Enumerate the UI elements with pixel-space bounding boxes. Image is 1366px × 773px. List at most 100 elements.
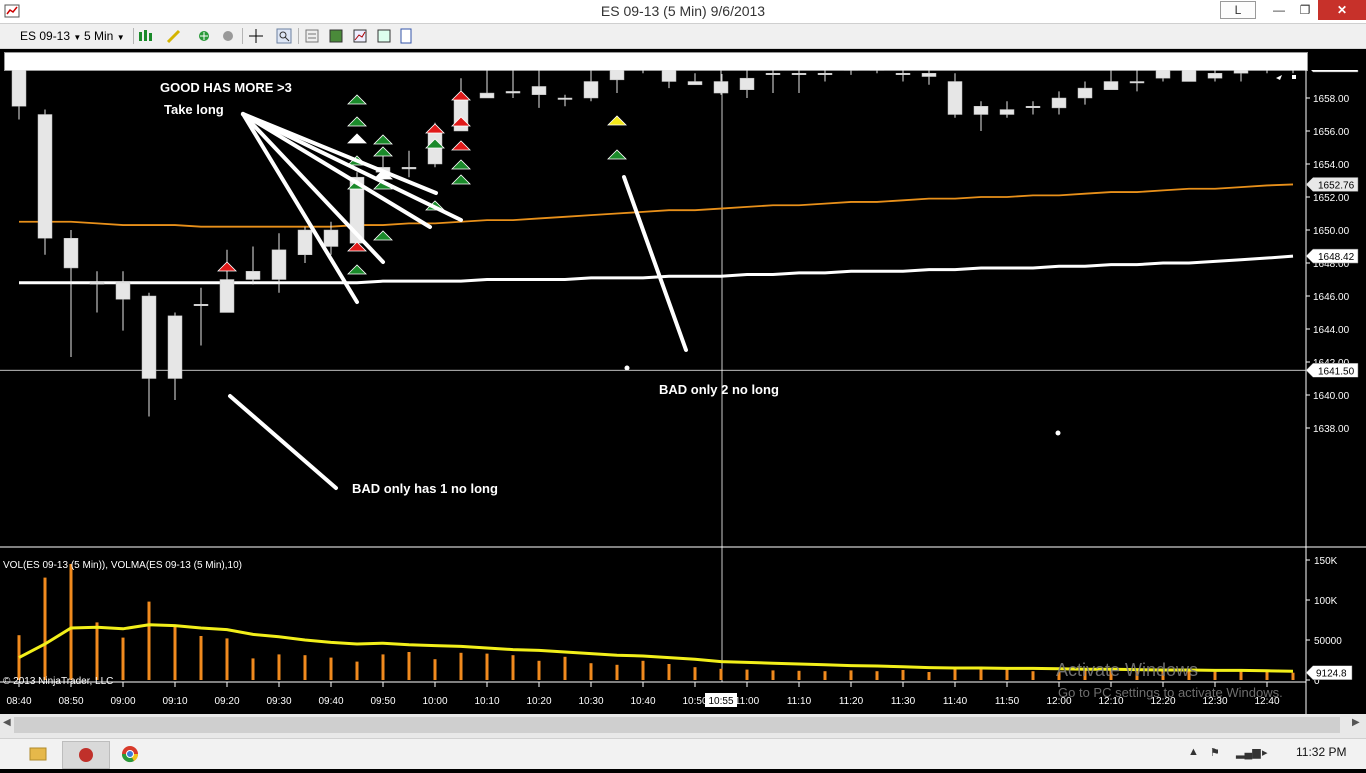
candle xyxy=(11,70,27,120)
candle xyxy=(89,271,105,313)
strategy-icon[interactable] xyxy=(220,28,236,44)
chart-trader-icon[interactable] xyxy=(352,28,368,44)
price-marker-label: 1652.76 xyxy=(1318,180,1355,191)
price-marker: 1660.00 xyxy=(1310,70,1359,73)
system-clock[interactable]: 11:32 PM xyxy=(1296,745,1346,759)
annotation-bad-one: BAD only has 1 no long xyxy=(352,481,498,496)
candle xyxy=(531,70,547,108)
annotation-arrow xyxy=(228,394,338,490)
price-chart[interactable]: 1666.001664.001662.001660.001658.001656.… xyxy=(0,70,1366,714)
candle xyxy=(947,73,963,118)
volume-bar xyxy=(225,638,229,680)
scroll-left-icon[interactable]: ◀ xyxy=(3,717,11,728)
ema-line xyxy=(19,183,1294,228)
price-marker-label: 1660.00 xyxy=(1318,70,1355,72)
candle xyxy=(479,70,495,99)
up-arrow xyxy=(425,123,445,134)
window-linking-icon[interactable] xyxy=(398,28,414,44)
toolbar-divider xyxy=(242,28,243,44)
up-arrow xyxy=(347,133,367,144)
scroll-right-icon[interactable]: ▶ xyxy=(1352,717,1360,728)
price-tick-label: 1658.00 xyxy=(1313,94,1350,105)
price-marker-label: 1648.42 xyxy=(1318,252,1355,263)
candle xyxy=(297,226,313,263)
candle xyxy=(1051,91,1067,115)
time-tick-label: 10:50 xyxy=(682,696,707,707)
candle-body xyxy=(1077,87,1093,99)
link-button[interactable]: L xyxy=(1220,1,1256,19)
scroll-thumb[interactable] xyxy=(14,717,1340,733)
candle xyxy=(739,70,755,98)
close-button[interactable]: ✕ xyxy=(1318,0,1366,20)
candle-body xyxy=(1207,73,1223,79)
volume-bar xyxy=(121,637,125,680)
up-arrow xyxy=(347,264,367,275)
annotation-good: GOOD HAS MORE >3 xyxy=(160,80,292,95)
volume-icon[interactable]: ▸ xyxy=(1262,746,1268,759)
show-hidden-icons-icon[interactable]: ▲ xyxy=(1188,746,1199,758)
horizontal-scrollbar[interactable]: ◀ ▶ xyxy=(0,714,1366,738)
interval-selector[interactable]: 5 Min ▼ xyxy=(84,28,125,44)
chart-toolbar: ES 09-13 ▼ 5 Min ▼ xyxy=(0,24,1366,49)
candle xyxy=(921,70,937,85)
instrument-selector[interactable]: ES 09-13 ▼ xyxy=(20,28,81,44)
time-tick-label: 09:30 xyxy=(266,696,291,707)
price-marker: 1648.42 xyxy=(1305,248,1359,264)
candle-body xyxy=(89,282,105,285)
volume-bar xyxy=(615,664,619,680)
candle-body xyxy=(739,77,755,90)
up-arrow xyxy=(451,140,471,151)
volume-bar xyxy=(1265,671,1269,680)
volume-bar xyxy=(953,668,957,680)
candle-body xyxy=(505,91,521,94)
price-tick-label: 1646.00 xyxy=(1313,292,1350,303)
time-tick-label: 11:20 xyxy=(839,696,864,707)
candle xyxy=(505,70,521,98)
candle-body xyxy=(63,238,79,269)
zoom-icon[interactable] xyxy=(276,28,292,44)
data-box-icon[interactable] xyxy=(328,28,344,44)
candle xyxy=(642,70,644,74)
ninjatrader-taskbar-button[interactable] xyxy=(62,741,110,769)
network-icon[interactable]: ▂▄▆ xyxy=(1236,746,1261,759)
maximize-button[interactable]: ❐ xyxy=(1288,0,1322,20)
volume-bar xyxy=(797,670,801,680)
volume-marker: 9124.8 xyxy=(1305,665,1353,680)
candle-body xyxy=(609,70,625,81)
volume-bar xyxy=(459,652,463,680)
candle xyxy=(869,70,885,74)
template-icon[interactable] xyxy=(376,28,392,44)
candle xyxy=(687,73,703,86)
up-arrow xyxy=(347,116,367,127)
candle xyxy=(999,101,1015,118)
bar-type-icon[interactable] xyxy=(138,28,154,44)
candle xyxy=(791,70,807,94)
action-center-icon[interactable]: ⚑ xyxy=(1210,746,1220,759)
candle-body xyxy=(817,73,833,75)
candle xyxy=(193,287,209,346)
crosshair-icon[interactable] xyxy=(248,28,264,44)
chrome-taskbar-button[interactable] xyxy=(108,741,154,767)
add-indicator-icon[interactable] xyxy=(196,28,212,44)
candle xyxy=(1077,81,1093,105)
price-marker: 1641.50 xyxy=(1305,363,1359,378)
volume-bar xyxy=(329,657,333,680)
annotation-take-long: Take long xyxy=(164,102,224,117)
candle xyxy=(1129,70,1145,92)
candle-body xyxy=(11,70,27,107)
price-marker: 1652.76 xyxy=(1305,177,1359,192)
up-arrow xyxy=(607,149,627,160)
volume-bar xyxy=(277,654,281,680)
time-tick-label: 11:50 xyxy=(995,696,1020,707)
file-explorer-button[interactable] xyxy=(14,741,60,767)
properties-icon[interactable] xyxy=(304,28,320,44)
volume-bar xyxy=(303,655,307,680)
crosshair-time-label: 10:55 xyxy=(708,696,733,707)
candle-body xyxy=(973,106,989,115)
candle-body xyxy=(193,304,209,306)
candle-body xyxy=(401,167,417,170)
time-tick-label: 11:30 xyxy=(891,696,916,707)
price-tick-label: 1650.00 xyxy=(1313,226,1350,237)
draw-pen-icon[interactable] xyxy=(166,28,182,44)
candle-body xyxy=(1129,81,1145,84)
